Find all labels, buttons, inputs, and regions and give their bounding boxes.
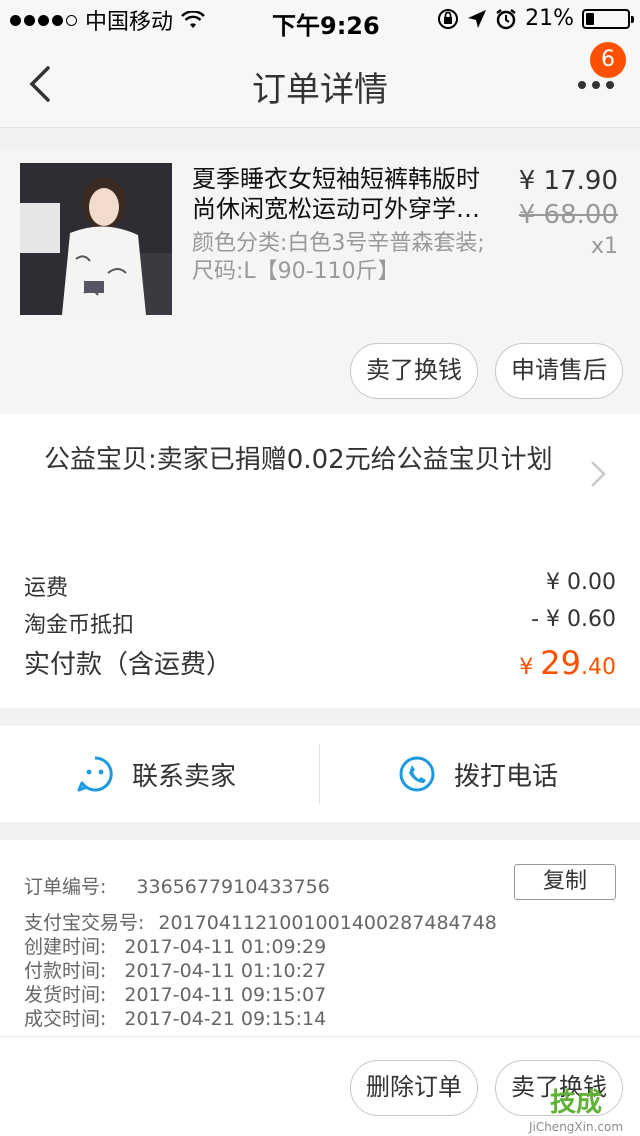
delete-order-button[interactable]: 删除订单 [350, 1060, 478, 1116]
alarm-icon [496, 8, 516, 29]
orientation-lock-icon [438, 8, 459, 29]
phone-icon [399, 756, 435, 792]
charity-text: 公益宝贝:卖家已捐赠0.02元给公益宝贝计划 [44, 445, 553, 475]
copy-button[interactable]: 复制 [514, 864, 616, 900]
paid-time-row: 付款时间: 2017-04-11 01:10:27 [24, 956, 326, 983]
product-title[interactable]: 夏季睡衣女短袖短裤韩版时尚休闲宽松运动可外穿学… [192, 164, 492, 224]
contact-seller-button[interactable]: 联系卖家 [76, 726, 236, 822]
signal-strength-icon [10, 14, 77, 26]
notification-badge[interactable]: 6 [590, 42, 626, 78]
navigation-bar: 订单详情 6 [0, 40, 640, 128]
sell-for-cash-button[interactable]: 卖了换钱 [350, 343, 478, 399]
completed-time-row: 成交时间: 2017-04-21 09:15:14 [24, 1004, 326, 1031]
location-arrow-icon [468, 9, 487, 28]
total-integer: 29 [540, 644, 581, 682]
contact-seller-label: 联系卖家 [132, 761, 237, 792]
alipay-trade-label: 支付宝交易号: [24, 912, 145, 934]
shipped-time-row: 发货时间: 2017-04-11 09:15:07 [24, 980, 326, 1007]
product-price: ¥ 17.90 [518, 166, 618, 196]
paid-time-value: 2017-04-11 01:10:27 [124, 960, 327, 982]
product-quantity: x1 [590, 234, 618, 259]
shipping-fee-row: 运费 ¥ 0.00 [24, 570, 616, 604]
contact-bar: 联系卖家 拨打电话 [0, 726, 640, 822]
order-info: 订单编号: 3365677910433756 复制 支付宝交易号: 20170411… [0, 840, 640, 1036]
coin-discount-value: - ¥ 0.60 [531, 607, 616, 632]
status-bar: 中国移动 下午9:26 21% [0, 0, 640, 40]
alipay-trade-value: 2017041121001001400287484748 [158, 912, 497, 934]
coin-discount-row: 淘金币抵扣 - ¥ 0.60 [24, 607, 616, 641]
completed-time-label: 成交时间: [24, 1008, 107, 1030]
shipping-fee-value: ¥ 0.00 [546, 570, 616, 595]
order-number-row: 订单编号: 3365677910433756 [24, 872, 330, 899]
total-paid-value: ¥ 29.40 [519, 644, 616, 682]
total-currency: ¥ [519, 655, 541, 680]
total-paid-label: 实付款（含运费） [24, 650, 233, 680]
wifi-icon [181, 11, 205, 28]
paid-time-label: 付款时间: [24, 960, 107, 982]
completed-time-value: 2017-04-21 09:15:14 [124, 1008, 327, 1030]
shipped-time-value: 2017-04-11 09:15:07 [124, 984, 327, 1006]
product-card[interactable]: 夏季睡衣女短袖短裤韩版时尚休闲宽松运动可外穿学… 颜色分类:白色3号辛普森套装;… [0, 150, 640, 414]
product-sku: 颜色分类:白色3号辛普森套装;尺码:L【90-110斤】 [192, 231, 485, 284]
call-phone-label: 拨打电话 [454, 761, 559, 792]
charity-row[interactable]: 公益宝贝:卖家已捐赠0.02元给公益宝贝计划 [0, 414, 640, 532]
apply-after-sales-button[interactable]: 申请售后 [495, 343, 623, 399]
created-time-label: 创建时间: [24, 936, 107, 958]
battery-percent: 21% [525, 6, 574, 31]
battery-icon [582, 8, 634, 29]
product-image[interactable] [20, 163, 172, 315]
product-photo-illustration [20, 163, 172, 315]
carrier-name: 中国移动 [85, 10, 174, 35]
chevron-right-icon [591, 461, 606, 487]
created-time-value: 2017-04-11 01:09:29 [124, 936, 327, 958]
watermark-url: JiChengXin.com [528, 1120, 624, 1134]
clock: 下午9:26 [272, 12, 380, 40]
coin-discount-label: 淘金币抵扣 [24, 613, 135, 638]
shipped-time-label: 发货时间: [24, 984, 107, 1006]
total-paid-row: 实付款（含运费） ¥ 29.40 [24, 644, 616, 688]
order-number-value: 3365677910433756 [136, 876, 330, 898]
contact-divider [319, 744, 320, 804]
order-number-label: 订单编号: [24, 876, 107, 898]
fee-summary: 运费 ¥ 0.00 淘金币抵扣 - ¥ 0.60 实付款（含运费） ¥ 29.4… [0, 532, 640, 708]
call-phone-button[interactable]: 拨打电话 [398, 726, 558, 822]
watermark: 技成 JiChengXin.com [520, 1086, 632, 1134]
created-time-row: 创建时间: 2017-04-11 01:09:29 [24, 932, 326, 959]
alipay-trade-row: 支付宝交易号: 2017041121001001400287484748 [24, 908, 497, 935]
watermark-logo: 技成 [549, 1088, 602, 1118]
product-original-price: ¥ 68.00 [518, 200, 618, 230]
total-decimal: .40 [581, 655, 616, 680]
chat-bubble-icon [77, 756, 113, 792]
page-title: 订单详情 [252, 70, 388, 110]
shipping-fee-label: 运费 [24, 576, 69, 601]
